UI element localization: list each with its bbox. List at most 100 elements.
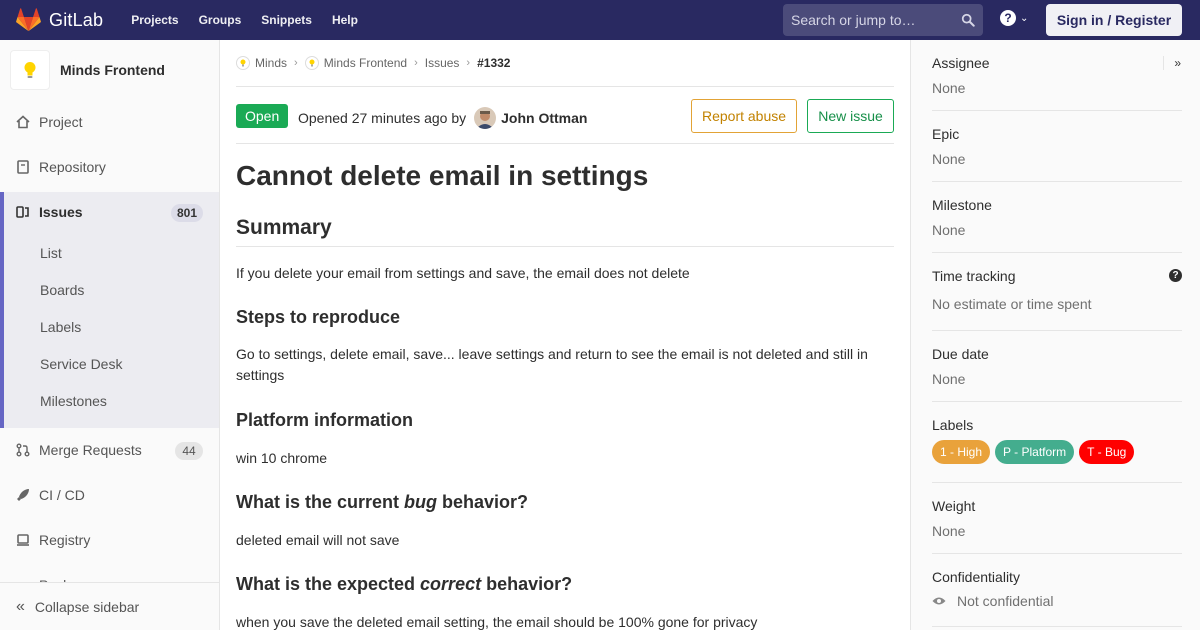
- platform-text: win 10 chrome: [236, 450, 328, 466]
- breadcrumb: Minds › Minds Frontend › Issues › #1332: [236, 40, 894, 87]
- status-badge: Open: [236, 104, 289, 128]
- sidebar-item-ci-cd[interactable]: CI / CD: [0, 475, 219, 515]
- project-header[interactable]: Minds Frontend: [0, 40, 219, 100]
- weight-value: None: [932, 523, 966, 539]
- collapse-sidebar-button[interactable]: « Collapse sidebar: [0, 582, 219, 630]
- milestone-title: Milestone: [932, 197, 992, 213]
- labels-title: Labels: [932, 417, 974, 433]
- weight-title: Weight: [932, 498, 976, 514]
- assignee-value: None: [932, 80, 966, 96]
- chevron-right-icon: ›: [466, 57, 471, 69]
- issues-icon: [16, 205, 30, 219]
- opened-text: Opened 27 minutes ago by: [298, 110, 467, 126]
- page-title: Cannot delete email in settings: [236, 160, 649, 191]
- sign-in-button[interactable]: Sign in / Register: [1046, 4, 1182, 36]
- breadcrumb-label: Minds: [255, 56, 288, 70]
- merge-requests-count-badge: 44: [175, 442, 203, 460]
- book-icon: [16, 160, 30, 174]
- lightbulb-icon: [24, 62, 36, 78]
- sidebar-item-repository[interactable]: Repository: [0, 147, 219, 187]
- chevron-right-icon: ›: [414, 57, 418, 69]
- new-issue-button[interactable]: New issue: [807, 99, 894, 133]
- issue-sidebar: » Assignee None Epic None Milestone None…: [910, 40, 1200, 630]
- nav-link-help[interactable]: Help: [322, 13, 368, 27]
- breadcrumb-item-issue-number[interactable]: #1332: [477, 56, 510, 70]
- sidebar-item-project[interactable]: Project: [0, 102, 219, 142]
- sidebar-item-label: Merge Requests: [39, 442, 142, 458]
- heading-part: What is the expected: [236, 574, 421, 594]
- milestone-block: Milestone None: [932, 197, 1182, 253]
- nav-link-snippets[interactable]: Snippets: [251, 13, 322, 27]
- brand-name: GitLab: [49, 9, 104, 30]
- expected-behavior-heading: What is the expected correct behavior?: [236, 574, 572, 595]
- due-date-block: Due date None: [932, 346, 1182, 402]
- sidebar-item-registry[interactable]: Registry: [0, 520, 219, 560]
- gitlab-tanuki-icon: [16, 8, 41, 32]
- eye-icon: [932, 597, 946, 605]
- sidebar-subitem-list[interactable]: List: [40, 245, 62, 261]
- heading-emphasis: bug: [404, 492, 438, 512]
- confidentiality-block: Confidentiality Not confidential: [932, 569, 1182, 627]
- due-date-title: Due date: [932, 346, 989, 362]
- label-pill-high[interactable]: 1 - High: [932, 440, 991, 464]
- rocket-icon: [16, 488, 30, 502]
- search-icon: [961, 13, 975, 27]
- issue-meta: Opened 27 minutes ago by John Ottman: [298, 107, 587, 129]
- merge-request-icon: [16, 443, 30, 457]
- epic-title: Epic: [932, 126, 960, 142]
- double-chevron-left-icon: «: [16, 597, 25, 615]
- label-pill-bug[interactable]: T - Bug: [1079, 440, 1135, 464]
- heading-part: What is the current: [236, 492, 405, 512]
- sidebar-item-label: CI / CD: [39, 487, 85, 503]
- author-name[interactable]: John Ottman: [501, 110, 587, 126]
- breadcrumb-item-issues[interactable]: Issues: [425, 56, 460, 70]
- breadcrumb-label: Minds Frontend: [323, 56, 408, 70]
- time-tracking-title: Time tracking: [932, 268, 1016, 284]
- avatar[interactable]: [474, 107, 497, 129]
- search-input[interactable]: Search or jump to…: [783, 4, 983, 36]
- nav-link-groups[interactable]: Groups: [189, 13, 252, 27]
- sidebar-subitem-service-desk[interactable]: Service Desk: [40, 356, 122, 372]
- report-abuse-button[interactable]: Report abuse: [691, 99, 797, 133]
- steps-text: Go to settings, delete email, save... le…: [236, 346, 868, 383]
- labels-list: 1 - High P - Platform T - Bug: [932, 440, 1182, 464]
- confidentiality-title: Confidentiality: [932, 569, 1020, 585]
- current-behavior-heading: What is the current bug behavior?: [236, 492, 528, 513]
- breadcrumb-item-minds-frontend[interactable]: Minds Frontend: [304, 56, 408, 70]
- heading-emphasis: correct: [420, 574, 482, 594]
- due-date-value: None: [932, 371, 966, 387]
- question-circle-icon: ?: [1000, 10, 1016, 26]
- sidebar-item-issues[interactable]: Issues 801: [0, 192, 219, 232]
- summary-text: If you delete your email from settings a…: [236, 265, 690, 281]
- heading-part: behavior?: [481, 574, 573, 594]
- search-placeholder: Search or jump to…: [791, 12, 916, 28]
- breadcrumb-item-minds[interactable]: Minds: [236, 56, 287, 70]
- summary-heading: Summary: [236, 216, 894, 247]
- chevron-right-icon: ›: [294, 57, 298, 69]
- time-tracking-block: Time tracking ? No estimate or time spen…: [932, 268, 1182, 331]
- sidebar-subitem-labels[interactable]: Labels: [40, 319, 81, 335]
- sidebar-item-label: Project: [39, 114, 83, 130]
- sidebar-subitem-boards[interactable]: Boards: [40, 282, 84, 298]
- heading-part: behavior?: [437, 492, 529, 512]
- top-navbar: GitLab Projects Groups Snippets Help Sea…: [0, 0, 1200, 40]
- platform-heading: Platform information: [236, 410, 414, 430]
- project-avatar: [10, 50, 50, 90]
- sidebar-item-merge-requests[interactable]: Merge Requests 44: [0, 430, 219, 470]
- gitlab-logo-link[interactable]: GitLab: [16, 0, 103, 40]
- label-pill-platform[interactable]: P - Platform: [995, 440, 1075, 464]
- chevron-down-icon: ⌄: [1020, 12, 1029, 24]
- epic-value: None: [932, 151, 966, 167]
- issue-main: Minds › Minds Frontend › Issues › #1332 …: [236, 40, 894, 630]
- sidebar-item-label: Registry: [39, 532, 91, 548]
- nav-link-projects[interactable]: Projects: [121, 13, 188, 27]
- sidebar-item-label: Repository: [39, 159, 106, 175]
- time-tracking-value: No estimate or time spent: [932, 296, 1092, 312]
- steps-heading: Steps to reproduce: [236, 307, 401, 327]
- confidentiality-value: Not confidential: [957, 593, 1054, 609]
- help-dropdown[interactable]: ? ⌄: [1000, 10, 1028, 26]
- question-circle-icon[interactable]: ?: [1169, 269, 1182, 282]
- lightbulb-icon: [304, 56, 319, 70]
- sidebar-subitem-milestones[interactable]: Milestones: [40, 393, 107, 409]
- project-name: Minds Frontend: [60, 62, 165, 78]
